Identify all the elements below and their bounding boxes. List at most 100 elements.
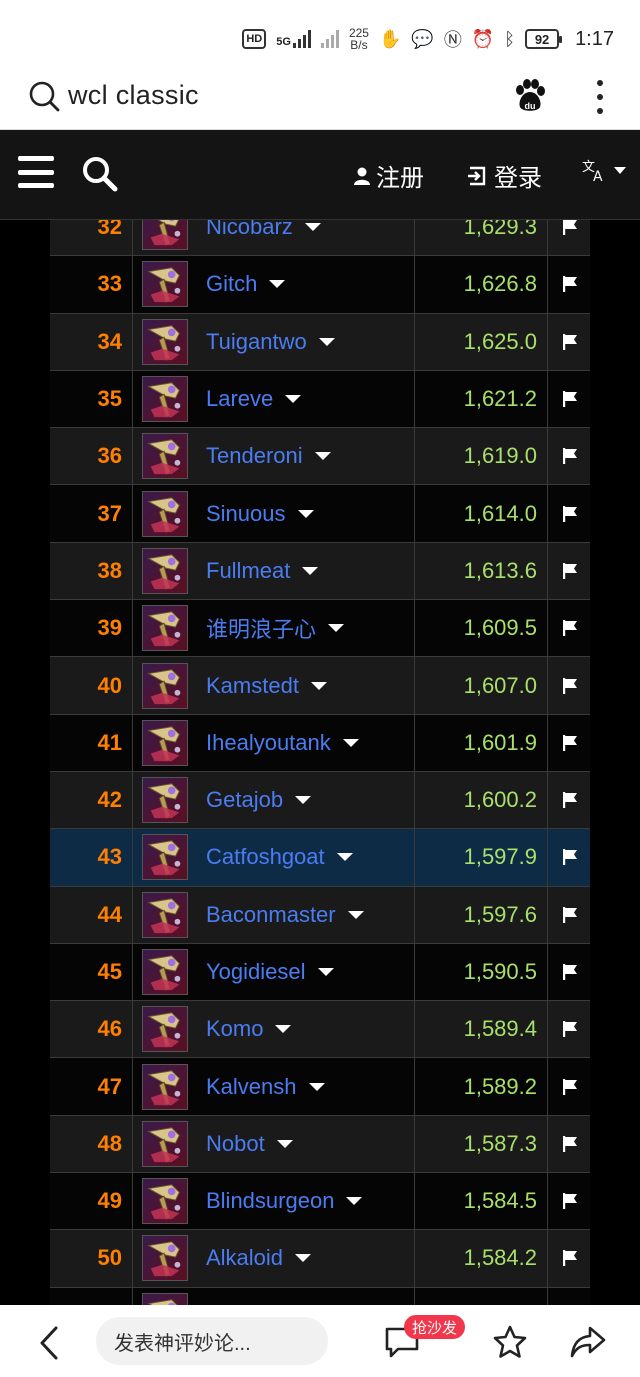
flag-cell[interactable] xyxy=(549,944,590,1000)
flag-cell[interactable] xyxy=(549,772,590,828)
flag-icon[interactable] xyxy=(561,963,579,981)
flag-icon[interactable] xyxy=(561,447,579,465)
player-name-link[interactable]: Gitch xyxy=(206,271,257,297)
player-cell[interactable]: Yogidiesel xyxy=(134,943,415,1001)
table-row[interactable] xyxy=(50,1287,590,1305)
table-row[interactable]: 47 Kalvensh 1,589.2 xyxy=(50,1058,590,1116)
flag-icon[interactable] xyxy=(561,1078,579,1096)
flag-icon[interactable] xyxy=(561,848,579,866)
player-name-link[interactable]: Blindsurgeon xyxy=(206,1188,334,1214)
player-cell[interactable]: 谁明浪子心 xyxy=(134,600,415,657)
player-name-link[interactable]: Yogidiesel xyxy=(206,959,306,985)
chevron-down-icon[interactable] xyxy=(295,1254,312,1263)
table-row[interactable]: 44 Baconmaster 1,597.6 xyxy=(50,886,590,944)
flag-icon[interactable] xyxy=(561,906,579,924)
flag-cell[interactable] xyxy=(549,371,590,427)
table-row[interactable]: 32 Nicobarz 1,629.3 xyxy=(50,220,590,257)
chevron-down-icon[interactable] xyxy=(285,395,302,404)
flag-cell[interactable] xyxy=(549,887,590,943)
flag-icon[interactable] xyxy=(561,1249,579,1267)
chevron-down-icon[interactable] xyxy=(318,337,335,346)
player-name-link[interactable]: Catfoshgoat xyxy=(206,844,325,870)
table-row[interactable]: 42 Getajob 1,600.2 xyxy=(50,771,590,830)
player-name-link[interactable]: Alkaloid xyxy=(206,1245,283,1271)
flag-icon[interactable] xyxy=(561,562,579,580)
hamburger-menu-icon[interactable] xyxy=(18,156,54,188)
player-cell[interactable]: Kamstedt xyxy=(134,657,415,714)
flag-icon[interactable] xyxy=(561,333,579,351)
table-row[interactable]: 36 Tenderoni 1,619.0 xyxy=(50,428,590,486)
player-name-link[interactable]: Tenderoni xyxy=(206,443,303,469)
login-button[interactable]: 登录 xyxy=(466,158,542,193)
flag-icon[interactable] xyxy=(561,619,579,637)
flag-icon[interactable] xyxy=(561,505,579,523)
chevron-down-icon[interactable] xyxy=(275,1025,292,1034)
player-cell[interactable]: Fullmeat xyxy=(134,542,415,600)
chevron-down-icon[interactable] xyxy=(336,853,353,862)
player-name-link[interactable]: Baconmaster xyxy=(206,902,336,928)
player-name-link[interactable]: Ihealyoutank xyxy=(206,730,331,756)
player-name-link[interactable]: Kalvensh xyxy=(206,1074,297,1100)
table-row[interactable]: 50 Alkaloid 1,584.2 xyxy=(50,1230,590,1288)
player-name-link[interactable]: Sinuous xyxy=(206,501,286,527)
player-cell[interactable]: Alkaloid xyxy=(134,1230,415,1287)
player-cell[interactable] xyxy=(134,1287,415,1305)
flag-cell[interactable] xyxy=(549,657,590,713)
flag-cell[interactable] xyxy=(549,1230,590,1286)
flag-icon[interactable] xyxy=(561,1135,579,1153)
sofa-badge[interactable]: 抢沙发 xyxy=(404,1315,466,1339)
back-arrow-icon[interactable] xyxy=(36,1325,62,1361)
flag-cell[interactable] xyxy=(549,715,590,771)
flag-icon[interactable] xyxy=(561,734,579,752)
flag-cell[interactable] xyxy=(549,1058,590,1114)
table-row[interactable]: 48 Nobot 1,587.3 xyxy=(50,1115,590,1174)
share-icon[interactable] xyxy=(570,1325,606,1359)
table-row[interactable]: 38 Fullmeat 1,613.6 xyxy=(50,542,590,601)
chevron-down-icon[interactable] xyxy=(269,280,286,289)
chevron-down-icon[interactable] xyxy=(328,624,345,633)
player-name-link[interactable]: Kamstedt xyxy=(206,673,299,699)
player-cell[interactable]: Tenderoni xyxy=(134,428,415,485)
flag-icon[interactable] xyxy=(561,275,579,293)
player-cell[interactable]: Kalvensh xyxy=(134,1058,415,1115)
table-row[interactable]: 37 Sinuous 1,614.0 xyxy=(50,485,590,543)
flag-icon[interactable] xyxy=(561,677,579,695)
table-row[interactable]: 33 Gitch 1,626.8 xyxy=(50,256,590,314)
flag-cell[interactable] xyxy=(549,600,590,656)
flag-icon[interactable] xyxy=(561,220,579,236)
player-name-link[interactable]: Fullmeat xyxy=(206,558,290,584)
chevron-down-icon[interactable] xyxy=(346,1197,363,1206)
player-name-link[interactable]: Nobot xyxy=(206,1131,265,1157)
register-button[interactable]: 注册 xyxy=(352,158,424,193)
player-name-link[interactable]: Komo xyxy=(206,1016,263,1042)
table-row[interactable]: 49 Blindsurgeon 1,584.5 xyxy=(50,1173,590,1231)
player-cell[interactable]: Komo xyxy=(134,1001,415,1058)
player-cell[interactable]: Getajob xyxy=(134,771,415,829)
flag-icon[interactable] xyxy=(561,791,579,809)
player-cell[interactable]: Baconmaster xyxy=(134,886,415,943)
chevron-down-icon[interactable] xyxy=(276,1139,293,1148)
search-query[interactable]: wcl classic xyxy=(68,80,199,111)
player-name-link[interactable]: Nicobarz xyxy=(206,220,293,240)
search-icon[interactable] xyxy=(28,80,60,112)
chevron-down-icon[interactable] xyxy=(347,910,364,919)
chevron-down-icon[interactable] xyxy=(304,223,321,232)
chevron-down-icon[interactable] xyxy=(295,796,312,805)
flag-cell[interactable] xyxy=(549,829,590,885)
flag-cell[interactable] xyxy=(549,543,590,599)
player-name-link[interactable]: Getajob xyxy=(206,787,283,813)
chevron-down-icon[interactable] xyxy=(302,566,319,575)
flag-cell[interactable] xyxy=(549,256,590,312)
player-name-link[interactable]: Lareve xyxy=(206,386,273,412)
player-cell[interactable]: Sinuous xyxy=(134,485,415,542)
player-name-link[interactable]: 谁明浪子心 xyxy=(206,612,316,644)
flag-cell[interactable] xyxy=(549,1001,590,1057)
flag-icon[interactable] xyxy=(561,1192,579,1210)
player-cell[interactable]: Blindsurgeon xyxy=(134,1173,415,1230)
table-row[interactable]: 40 Kamstedt 1,607.0 xyxy=(50,657,590,715)
player-cell[interactable]: Ihealyoutank xyxy=(134,714,415,771)
flag-icon[interactable] xyxy=(561,390,579,408)
table-row[interactable]: 45 Yogidiesel 1,590.5 xyxy=(50,943,590,1002)
baidu-paw-icon[interactable]: du xyxy=(512,78,548,114)
player-cell[interactable]: Nobot xyxy=(134,1115,415,1173)
